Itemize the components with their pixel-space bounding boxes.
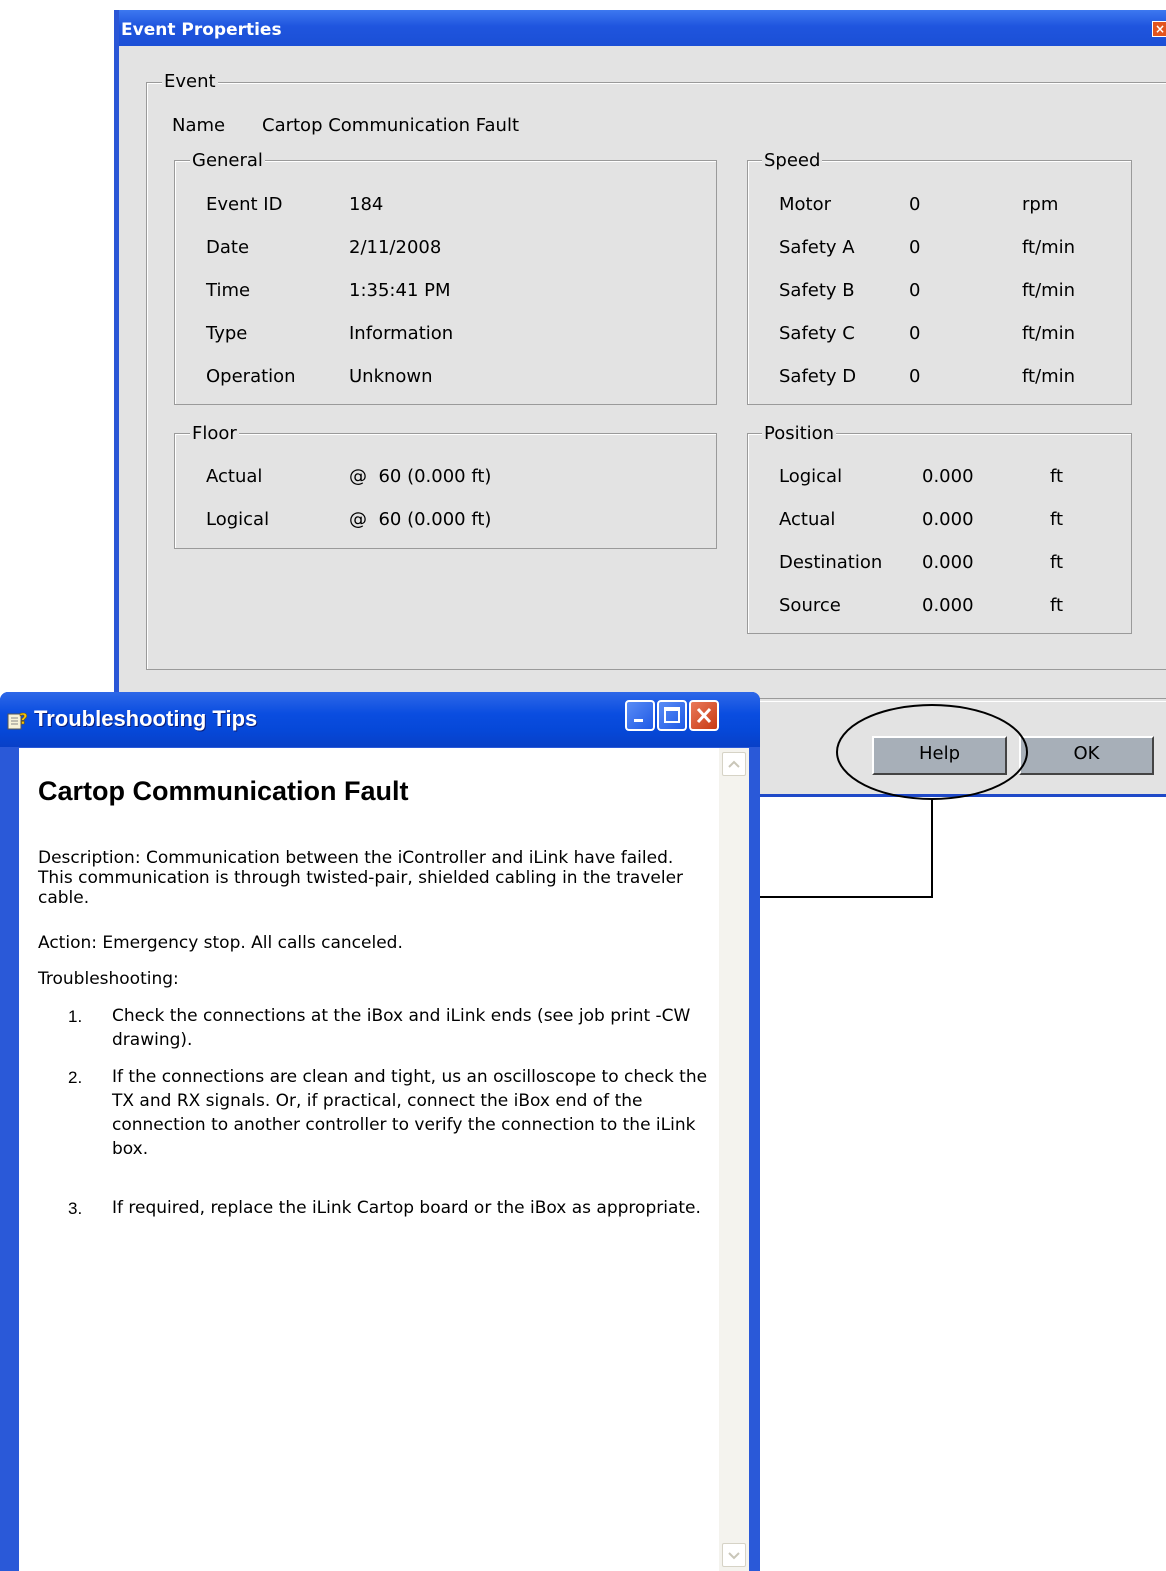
troubleshooting-tips-window: ? Troubleshooting Tips Cartop Communicat… [0,692,760,1571]
chevron-down-icon [728,1552,740,1560]
svg-text:?: ? [19,710,28,728]
minimize-icon [634,719,643,722]
close-icon [696,707,712,724]
maximize-button[interactable] [657,700,687,731]
step-text: If required, replace the iLink Cartop bo… [112,1198,701,1218]
troubleshooting-label: Troubleshooting: [38,969,179,989]
step-number: 2. [68,1068,83,1087]
description-paragraph: Description: Communication between the i… [38,848,684,908]
scroll-up-button[interactable] [722,752,746,776]
step-number: 3. [68,1199,83,1218]
scroll-down-button[interactable] [722,1543,746,1567]
close-button[interactable] [689,700,719,731]
action-paragraph: Action: Emergency stop. All calls cancel… [38,933,403,953]
minimize-button[interactable] [625,700,655,731]
step-number: 1. [68,1007,83,1026]
help-book-icon: ? [7,710,28,730]
step-text: If the connections are clean and tight, … [112,1067,708,1159]
step-text: Check the connections at the iBox and iL… [112,1006,691,1050]
callout-ellipse [836,704,1028,800]
tips-window-title: Troubleshooting Tips [34,706,258,731]
tips-heading: Cartop Communication Fault [38,776,409,806]
chevron-up-icon [728,760,740,768]
tips-titlebar[interactable]: ? Troubleshooting Tips [0,692,760,747]
vertical-scrollbar[interactable] [719,748,749,1571]
tips-content-pane: Cartop Communication Fault Description: … [19,748,749,1571]
maximize-icon [664,707,680,723]
callout-connector-line [748,799,933,898]
